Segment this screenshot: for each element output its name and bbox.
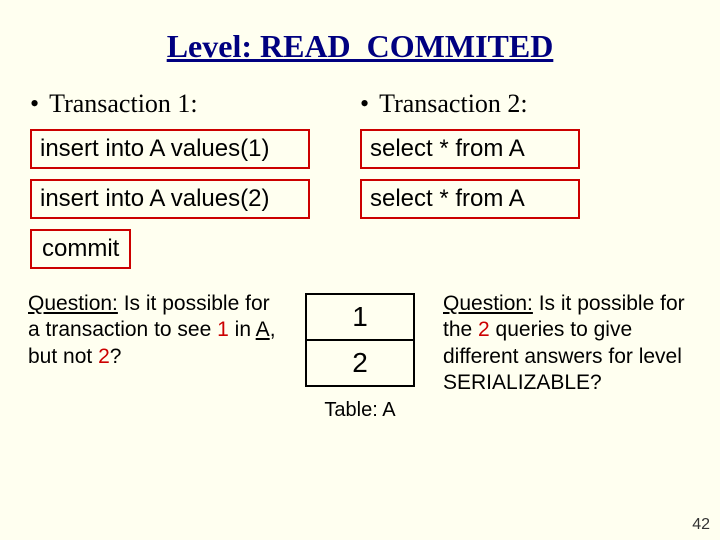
table-caption: Table: A (324, 399, 395, 422)
question-1: Question: Is it possible for a transacti… (28, 291, 277, 370)
bullet-icon: • (30, 89, 39, 118)
transaction-2-heading: • Transaction 2: (360, 83, 690, 129)
sql-insert-2: insert into A values(2) (30, 179, 310, 219)
transaction-1-heading: • Transaction 1: (30, 83, 360, 129)
transaction-2-heading-text: Transaction 2: (379, 89, 528, 118)
sql-insert-1: insert into A values(1) (30, 129, 310, 169)
question-2: Question: Is it possible for the 2 queri… (443, 291, 692, 396)
question-2-label: Question: (443, 292, 533, 315)
table-a: 1 2 Table: A (295, 293, 425, 422)
question-1-text-4: ? (110, 345, 122, 368)
question-1-underline-A: A (256, 318, 270, 341)
transactions-columns: •Transaction 1: insert into A values(1) … (0, 83, 720, 229)
slide-title: Level: READ_COMMITED (0, 0, 720, 83)
transaction-1-column: •Transaction 1: insert into A values(1) … (30, 83, 360, 229)
question-1-text-2: in (229, 318, 256, 341)
transaction-1-heading-text: Transaction 1: (49, 89, 198, 118)
question-1-label: Question: (28, 292, 118, 315)
sql-commit: commit (30, 229, 131, 269)
question-2-highlight-1: 2 (478, 318, 490, 341)
bottom-row: Question: Is it possible for a transacti… (0, 269, 720, 422)
question-1-highlight-1: 1 (217, 318, 229, 341)
sql-select-1: select * from A (360, 129, 580, 169)
table-row: 2 (305, 339, 415, 387)
sql-select-2: select * from A (360, 179, 580, 219)
table-row: 1 (305, 293, 415, 341)
bullet-icon: • (360, 89, 369, 118)
question-1-highlight-2: 2 (98, 345, 110, 368)
slide-number: 42 (692, 516, 710, 534)
transaction-2-column: • Transaction 2: select * from A select *… (360, 83, 690, 229)
